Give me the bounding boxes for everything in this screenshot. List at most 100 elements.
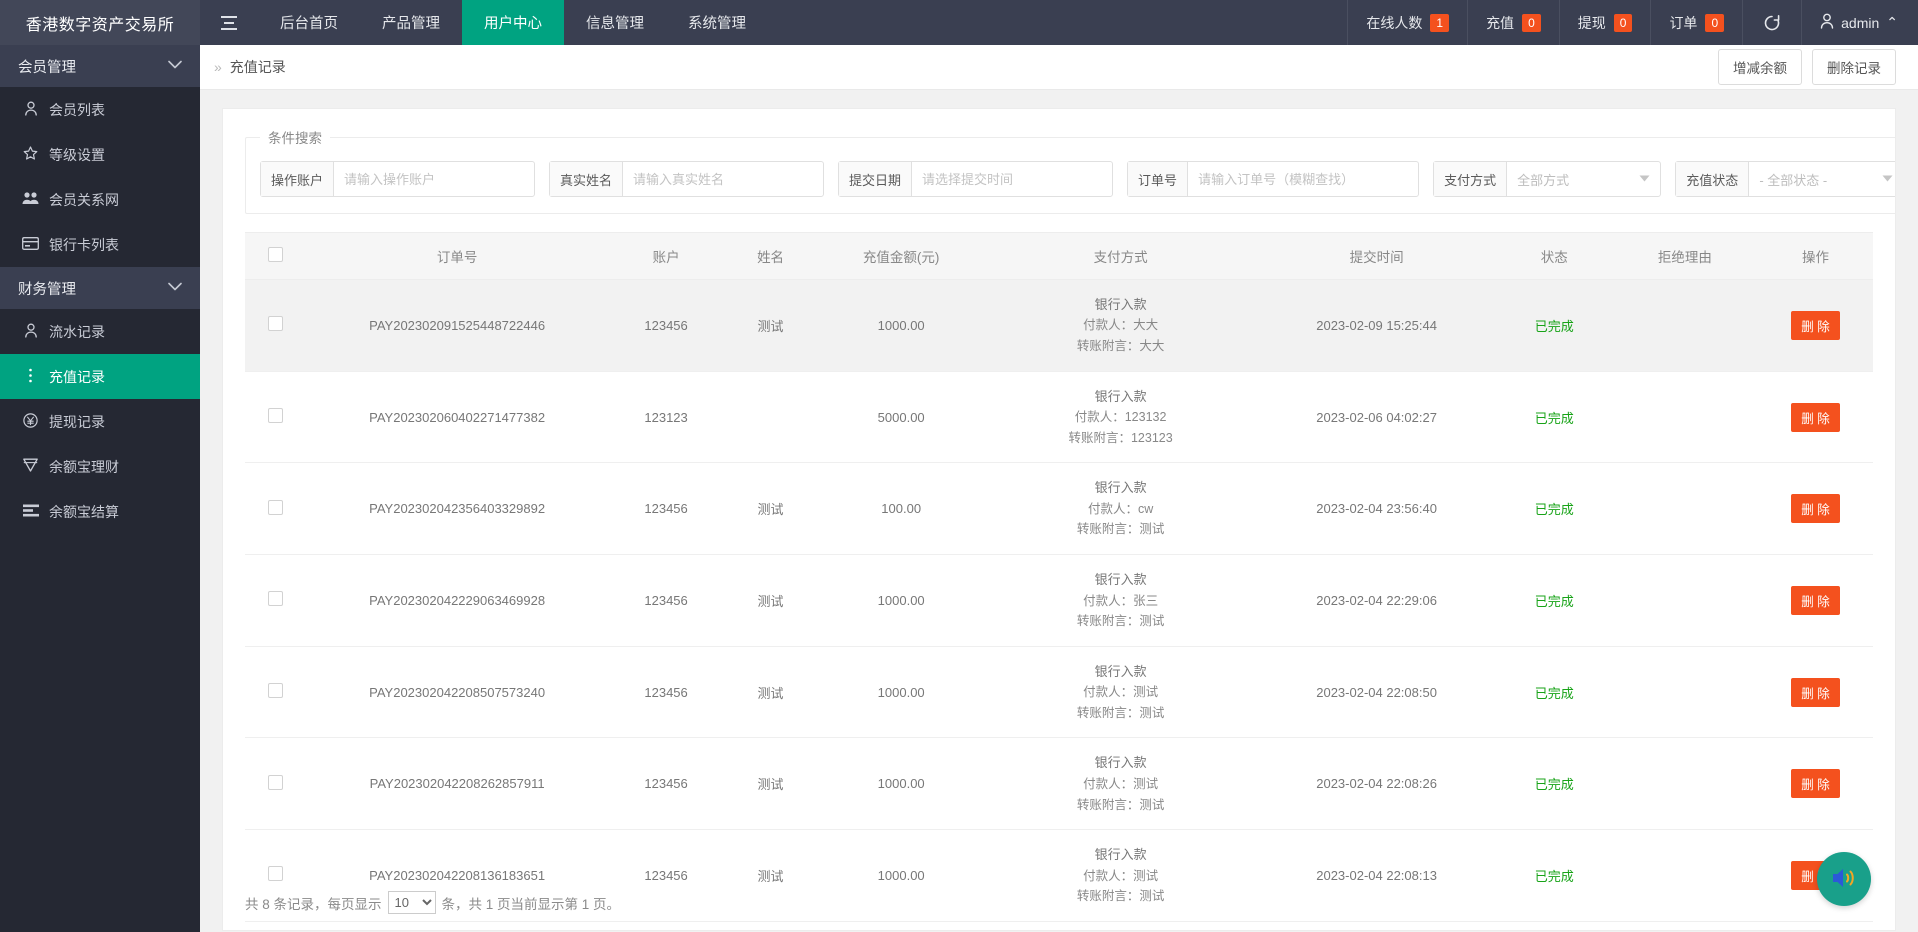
- status-badge: 已完成: [1535, 777, 1574, 792]
- sidebar-item-member-network[interactable]: 会员关系网: [0, 177, 200, 222]
- cell-submit-time: 2023-02-04 22:08:50: [1256, 646, 1496, 738]
- chevron-up-icon: ⌃: [1886, 14, 1898, 31]
- stat-recharge[interactable]: 充值 0: [1467, 0, 1559, 45]
- top-navigation-bar: 香港数字资产交易所 后台首页 产品管理 用户中心 信息管理 系统管理 在线人数 …: [0, 0, 1918, 45]
- cell-operation: 删 除: [1758, 738, 1873, 830]
- recharge-status-select[interactable]: - 全部状态 -: [1749, 162, 1896, 196]
- column-account: 账户: [609, 233, 724, 280]
- pay-method-select[interactable]: 全部方式: [1507, 162, 1660, 196]
- sidebar-item-withdraw-records-label: 提现记录: [49, 412, 105, 432]
- main-content: » 充值记录 增减余额 删除记录 条件搜索 操作账户 真实姓名: [200, 45, 1918, 932]
- cell-status: 已完成: [1497, 555, 1612, 647]
- nav-tab-product[interactable]: 产品管理: [360, 0, 462, 45]
- row-checkbox[interactable]: [268, 775, 283, 790]
- status-badge: 已完成: [1535, 594, 1574, 609]
- stat-orders[interactable]: 订单 0: [1650, 0, 1742, 45]
- row-checkbox[interactable]: [268, 316, 283, 331]
- nav-tab-system[interactable]: 系统管理: [666, 0, 768, 45]
- cell-account: 123456: [609, 463, 724, 555]
- nav-tab-information[interactable]: 信息管理: [564, 0, 666, 45]
- sidebar-item-transaction-records[interactable]: 流水记录: [0, 309, 200, 354]
- delete-records-button[interactable]: 删除记录: [1812, 49, 1896, 85]
- payer: 付款人：测试: [989, 774, 1253, 795]
- top-bar-spacer: [768, 0, 1347, 45]
- yen-circle-icon: [22, 413, 39, 431]
- page-size-select[interactable]: 102050100: [388, 891, 436, 914]
- cell-account: 123456: [609, 738, 724, 830]
- stat-online-users[interactable]: 在线人数 1: [1347, 0, 1467, 45]
- sidebar-group-finance-management[interactable]: 财务管理: [0, 267, 200, 309]
- refresh-icon[interactable]: [1742, 0, 1801, 45]
- sidebar-item-yuebao-finance-label: 余额宝理财: [49, 457, 119, 477]
- sidebar-item-recharge-records[interactable]: 充值记录: [0, 354, 200, 399]
- stat-orders-badge: 0: [1705, 14, 1724, 32]
- delete-row-button[interactable]: 删 除: [1791, 586, 1839, 615]
- chevron-down-icon: [168, 282, 182, 294]
- row-select-cell: [245, 555, 306, 647]
- row-checkbox[interactable]: [268, 408, 283, 423]
- sidebar-item-withdraw-records[interactable]: 提现记录: [0, 399, 200, 444]
- brand-title: 香港数字资产交易所: [0, 0, 200, 45]
- star-icon: [22, 146, 39, 164]
- sound-icon: [1829, 865, 1859, 894]
- cell-submit-time: 2023-02-04 22:29:06: [1256, 555, 1496, 647]
- stat-recharge-badge: 0: [1522, 14, 1541, 32]
- stat-online-users-label: 在线人数: [1366, 13, 1422, 33]
- user-menu[interactable]: admin ⌃: [1801, 0, 1918, 45]
- sidebar-item-level-settings-label: 等级设置: [49, 145, 105, 165]
- delete-row-button[interactable]: 删 除: [1791, 311, 1839, 340]
- sidebar-item-yuebao-finance[interactable]: 余额宝理财: [0, 444, 200, 489]
- chevron-down-icon: [1882, 174, 1893, 185]
- cell-pay-method: 银行入款付款人：测试转账附言：测试: [985, 738, 1257, 830]
- row-select-cell: [245, 371, 306, 463]
- select-all-header: [245, 233, 306, 280]
- sidebar-item-bank-card-list[interactable]: 银行卡列表: [0, 222, 200, 267]
- column-name: 姓名: [724, 233, 818, 280]
- row-checkbox[interactable]: [268, 683, 283, 698]
- stat-withdraw[interactable]: 提现 0: [1559, 0, 1651, 45]
- main-nav-tabs: 后台首页 产品管理 用户中心 信息管理 系统管理: [258, 0, 768, 45]
- delete-row-button[interactable]: 删 除: [1791, 769, 1839, 798]
- cell-submit-time: 2023-02-04 23:56:40: [1256, 463, 1496, 555]
- cell-submit-time: 2023-02-06 04:02:27: [1256, 371, 1496, 463]
- stat-withdraw-label: 提现: [1578, 13, 1606, 33]
- delete-row-button[interactable]: 删 除: [1791, 678, 1839, 707]
- order-no-input[interactable]: [1188, 162, 1418, 196]
- sound-toggle-button[interactable]: [1817, 852, 1871, 906]
- cell-reject-reason: [1612, 463, 1758, 555]
- sidebar-item-level-settings[interactable]: 等级设置: [0, 132, 200, 177]
- sidebar-item-yuebao-settlement[interactable]: 余额宝结算: [0, 489, 200, 534]
- row-select-cell: [245, 646, 306, 738]
- cell-name: [724, 371, 818, 463]
- filter-pay-method: 支付方式 全部方式: [1433, 161, 1661, 197]
- delete-row-button[interactable]: 删 除: [1791, 494, 1839, 523]
- status-badge: 已完成: [1535, 319, 1574, 334]
- search-section: 条件搜索 操作账户 真实姓名 提交日期 订单号: [223, 109, 1895, 214]
- real-name-input[interactable]: [623, 162, 823, 196]
- operation-account-input[interactable]: [334, 162, 534, 196]
- nav-tab-user-center[interactable]: 用户中心: [462, 0, 564, 45]
- row-checkbox[interactable]: [268, 500, 283, 515]
- cell-submit-time: 2023-02-09 15:25:44: [1256, 280, 1496, 372]
- recharge-status-select-value: - 全部状态 -: [1759, 170, 1827, 189]
- table-row: PAY202302042356403329892123456测试100.00银行…: [245, 463, 1873, 555]
- chevron-down-icon: [1639, 174, 1650, 185]
- adjust-balance-button[interactable]: 增减余额: [1718, 49, 1802, 85]
- cell-name: 测试: [724, 555, 818, 647]
- stat-orders-label: 订单: [1669, 13, 1697, 33]
- cell-order-no: PAY202302042208262857911: [306, 738, 609, 830]
- row-checkbox[interactable]: [268, 591, 283, 606]
- sidebar-item-member-list[interactable]: 会员列表: [0, 87, 200, 132]
- cell-status: 已完成: [1497, 738, 1612, 830]
- sidebar-group-member-management[interactable]: 会员管理: [0, 45, 200, 87]
- cell-amount: 100.00: [818, 463, 985, 555]
- column-order-no: 订单号: [306, 233, 609, 280]
- status-badge: 已完成: [1535, 686, 1574, 701]
- filter-pay-method-label: 支付方式: [1434, 162, 1507, 196]
- delete-row-button[interactable]: 删 除: [1791, 403, 1839, 432]
- nav-tab-dashboard[interactable]: 后台首页: [258, 0, 360, 45]
- submit-date-input[interactable]: [912, 162, 1112, 196]
- menu-icon[interactable]: [200, 0, 258, 45]
- cell-pay-method: 银行入款付款人：大大转账附言：大大: [985, 280, 1257, 372]
- select-all-checkbox[interactable]: [268, 247, 283, 262]
